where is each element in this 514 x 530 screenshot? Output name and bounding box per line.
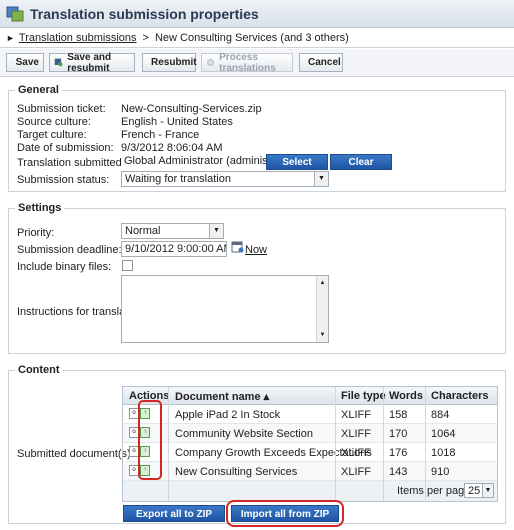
textarea-scrollbar[interactable]: ▲ ▼	[316, 276, 328, 342]
save-resubmit-icon	[54, 58, 63, 67]
calendar-icon[interactable]	[231, 240, 244, 253]
cell-characters: 910	[431, 466, 450, 478]
priority-select-value: Normal	[125, 225, 161, 237]
target-culture-value: French - France	[121, 129, 200, 141]
cancel-button[interactable]: Cancel	[299, 53, 343, 72]
grid-pager: Items per page: 25 ▼	[123, 481, 497, 501]
select-user-button[interactable]: Select	[266, 154, 328, 170]
floppy-icon	[11, 62, 12, 63]
items-per-page-label: Items per page:	[397, 485, 474, 497]
column-divider	[335, 387, 336, 501]
ticket-label: Submission ticket:	[17, 103, 106, 115]
breadcrumb-arrow-icon: ►	[6, 32, 15, 43]
chevron-down-icon: ▼	[314, 172, 328, 186]
submission-date-label: Date of submission:	[17, 142, 114, 154]
column-divider	[425, 387, 426, 501]
col-document-name[interactable]: Document name ▴	[175, 390, 269, 403]
column-divider	[383, 387, 384, 501]
priority-label: Priority:	[17, 227, 55, 239]
save-resubmit-button[interactable]: Save and resubmit	[49, 51, 135, 74]
general-legend: General	[15, 84, 62, 96]
resubmit-label: Resubmit	[151, 57, 197, 68]
instructions-textarea[interactable]: ▲ ▼	[121, 275, 329, 343]
cell-document-name: Apple iPad 2 In Stock	[175, 409, 281, 421]
col-characters[interactable]: Characters	[431, 390, 488, 402]
ticket-value: New-Consulting-Services.zip	[121, 103, 262, 115]
content-legend: Content	[15, 364, 63, 376]
resubmit-button[interactable]: Resubmit	[142, 53, 197, 72]
scroll-up-icon[interactable]: ▲	[317, 276, 328, 290]
page-title: Translation submission properties	[30, 5, 259, 22]
status-label: Submission status:	[17, 174, 110, 186]
chevron-down-icon: ▼	[482, 484, 493, 497]
breadcrumb-separator: >	[142, 31, 149, 44]
cell-characters: 884	[431, 409, 450, 421]
process-translations-button[interactable]: Process translations	[201, 51, 293, 74]
toolbar: Save Save and resubmit Resubmit Process …	[0, 49, 514, 77]
process-translations-label: Process translations	[219, 51, 276, 74]
priority-select[interactable]: Normal ▼	[121, 223, 224, 239]
save-resubmit-label: Save and resubmit	[67, 51, 112, 74]
cell-characters: 1064	[431, 428, 456, 440]
cell-characters: 1018	[431, 447, 456, 459]
cancel-label: Cancel	[308, 57, 341, 68]
now-link[interactable]: Now	[245, 244, 267, 256]
source-culture-value: English - United States	[121, 116, 233, 128]
table-row: o ↑ Company Growth Exceeds Expectations …	[123, 443, 497, 462]
include-binary-checkbox[interactable]	[122, 260, 133, 271]
source-culture-label: Source culture:	[17, 116, 91, 128]
breadcrumb-current: New Consulting Services (and 3 others)	[154, 31, 349, 44]
cell-words: 158	[389, 409, 408, 421]
clear-user-button[interactable]: Clear	[330, 154, 392, 170]
title-bar: Translation submission properties	[0, 0, 514, 28]
scroll-down-icon[interactable]: ▼	[317, 328, 328, 342]
chevron-down-icon: ▼	[209, 224, 223, 238]
items-per-page-select[interactable]: 25 ▼	[464, 483, 494, 498]
column-divider	[168, 387, 169, 501]
col-words[interactable]: Words	[389, 390, 423, 402]
grid-header: Actions Document name ▴ File type Words …	[123, 387, 497, 405]
status-select-value: Waiting for translation	[125, 173, 231, 185]
gear-icon	[207, 58, 215, 67]
save-label: Save	[15, 57, 39, 68]
import-highlight	[226, 500, 344, 527]
deadline-input[interactable]: 9/10/2012 9:00:00 AM	[121, 241, 227, 257]
settings-legend: Settings	[15, 202, 65, 214]
submitted-documents-label: Submitted document(s):	[17, 448, 134, 460]
table-row: o ↑ Community Website Section XLIFF 170 …	[123, 424, 497, 443]
table-row: o ↑ New Consulting Services XLIFF 143 91…	[123, 462, 497, 481]
cell-file-type: XLIFF	[341, 466, 371, 478]
cell-words: 143	[389, 466, 408, 478]
breadcrumb: ► Translation submissions > New Consulti…	[0, 28, 514, 48]
breadcrumb-link-submissions[interactable]: Translation submissions	[19, 32, 137, 44]
export-zip-button[interactable]: Export all to ZIP	[123, 505, 225, 522]
submitted-by-field: Global Administrator (administrato	[121, 154, 266, 170]
cell-file-type: XLIFF	[341, 428, 371, 440]
cell-file-type: XLIFF	[341, 409, 371, 421]
cell-words: 170	[389, 428, 408, 440]
actions-highlight	[138, 400, 162, 480]
save-button[interactable]: Save	[6, 53, 44, 72]
submission-date-value: 9/3/2012 8:06:04 AM	[121, 142, 223, 154]
col-file-type[interactable]: File type	[341, 390, 386, 402]
translation-icon	[6, 6, 24, 21]
deadline-label: Submission deadline:	[17, 244, 122, 256]
include-binary-label: Include binary files:	[17, 261, 112, 273]
cell-document-name: Community Website Section	[175, 428, 313, 440]
cell-document-name: New Consulting Services	[175, 466, 298, 478]
status-select[interactable]: Waiting for translation ▼	[121, 171, 329, 187]
documents-grid: Actions Document name ▴ File type Words …	[122, 386, 498, 502]
cell-file-type: XLIFF	[341, 447, 371, 459]
table-row: o ↑ Apple iPad 2 In Stock XLIFF 158 884	[123, 405, 497, 424]
items-per-page-value: 25	[468, 485, 481, 497]
cell-words: 176	[389, 447, 408, 459]
target-culture-label: Target culture:	[17, 129, 87, 141]
